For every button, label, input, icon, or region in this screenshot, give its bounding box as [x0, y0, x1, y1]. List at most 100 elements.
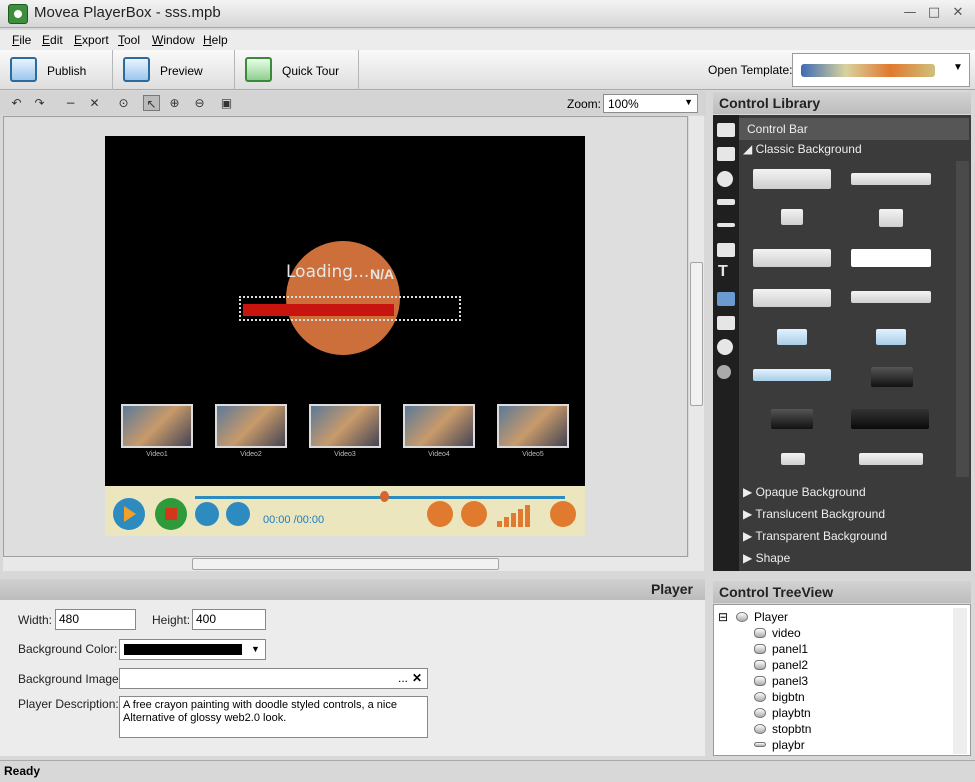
undo-icon[interactable]: ↶ [8, 95, 25, 111]
video-icon[interactable] [717, 147, 735, 161]
link-icon[interactable] [717, 316, 735, 330]
volume-bars[interactable] [497, 505, 535, 527]
publish-button[interactable]: Publish [0, 50, 113, 90]
tree-node[interactable]: bigbtn [772, 690, 805, 704]
minimize-icon[interactable]: — [902, 6, 918, 20]
library-swatch[interactable] [777, 329, 807, 345]
tree-node[interactable]: panel1 [772, 642, 808, 656]
library-swatch[interactable] [851, 409, 929, 429]
library-group-label: Opaque Background [755, 485, 866, 499]
tree-node[interactable]: panel3 [772, 674, 808, 688]
player-stage[interactable]: Loading... N/A Video1 Video2 Video3 Vide… [105, 136, 585, 536]
menu-window[interactable]: Window [152, 33, 195, 47]
fullscreen-button[interactable] [550, 501, 576, 527]
volume-bar[interactable] [525, 505, 530, 527]
delete-icon[interactable]: ✕ [86, 95, 103, 111]
preview-label: Preview [160, 64, 203, 78]
bgimage-input[interactable]: ... ✕ [119, 668, 428, 689]
bgcolor-select[interactable]: ▼ [119, 639, 266, 660]
loading-icon[interactable] [717, 339, 733, 355]
menu-help[interactable]: Help [203, 33, 228, 47]
library-swatch[interactable] [871, 367, 913, 387]
volume-bar[interactable] [511, 513, 516, 527]
library-scrollbar[interactable] [956, 161, 969, 477]
zoom-out-icon[interactable]: ⊖ [191, 95, 208, 111]
library-group-opaque[interactable]: ▶ Opaque Background [743, 485, 866, 499]
treeview-scrollbar[interactable] [953, 608, 967, 754]
tree-node-player[interactable]: Player [754, 610, 788, 624]
library-group-shape[interactable]: ▶ Shape [743, 551, 790, 565]
slider-icon[interactable] [717, 223, 735, 227]
control-library-title: Control Library [719, 95, 821, 111]
volume-bar[interactable] [504, 517, 509, 527]
browse-button[interactable]: ... [398, 671, 408, 685]
description-textarea[interactable]: A free crayon painting with doodle style… [119, 696, 428, 738]
image-icon[interactable] [717, 292, 735, 306]
library-swatch[interactable] [753, 289, 831, 307]
canvas-vertical-scroll-thumb[interactable] [690, 262, 703, 406]
menu-edit[interactable]: Edit [42, 33, 63, 47]
clear-icon[interactable]: ✕ [412, 671, 422, 685]
library-swatch[interactable] [859, 453, 923, 465]
video-thumbnail[interactable] [215, 404, 287, 448]
quick-tour-button[interactable]: Quick Tour [235, 50, 359, 90]
text-icon[interactable]: T [718, 263, 728, 281]
library-group-transparent[interactable]: ▶ Transparent Background [743, 529, 887, 543]
canvas-horizontal-scroll-thumb[interactable] [192, 558, 499, 570]
effects-icon[interactable] [717, 365, 731, 379]
library-swatch[interactable] [781, 453, 805, 465]
control-bar-icon[interactable] [717, 123, 735, 137]
maximize-icon[interactable]: □ [926, 6, 942, 20]
video-thumbnail[interactable] [309, 404, 381, 448]
width-input[interactable]: 480 [55, 609, 136, 630]
zoom-select[interactable]: 100% ▼ [603, 94, 698, 113]
seek-knob[interactable] [380, 491, 389, 502]
tree-expander[interactable]: ⊟ [718, 610, 728, 624]
library-swatch[interactable] [879, 209, 903, 227]
zoom-in-icon[interactable]: ⊕ [166, 95, 183, 111]
button-icon[interactable] [717, 171, 733, 187]
menu-export[interactable]: Export [74, 33, 109, 47]
library-swatch[interactable] [851, 173, 931, 185]
zoom-fit-icon[interactable]: ⊙ [115, 95, 132, 111]
video-thumbnail[interactable] [121, 404, 193, 448]
menu-tool[interactable]: Tool [118, 33, 140, 47]
menu-file[interactable]: File [12, 33, 31, 47]
select-tool-icon[interactable]: ↖ [143, 95, 160, 111]
fast-forward-button[interactable] [226, 502, 250, 526]
library-swatch[interactable] [771, 409, 813, 429]
library-swatch[interactable] [781, 209, 803, 225]
template-select[interactable]: ▼ [792, 53, 970, 87]
library-swatch[interactable] [753, 249, 831, 267]
tree-node[interactable]: video [772, 626, 801, 640]
tree-node[interactable]: playbtn [772, 706, 811, 720]
volume-bar[interactable] [518, 509, 523, 527]
preview-button[interactable]: Preview [113, 50, 235, 90]
close-icon[interactable]: ✕ [950, 6, 966, 20]
tree-node[interactable]: panel2 [772, 658, 808, 672]
library-swatch[interactable] [876, 329, 906, 345]
library-swatch-grid [739, 161, 955, 475]
time-icon[interactable] [717, 199, 735, 205]
screen-icon[interactable]: ▣ [218, 95, 235, 111]
volume-bar[interactable] [497, 521, 502, 527]
library-swatch[interactable] [753, 369, 831, 381]
chevron-down-icon[interactable]: ▼ [953, 62, 963, 73]
redo-icon[interactable]: ↷ [31, 95, 48, 111]
tree-node[interactable]: stopbtn [772, 722, 811, 736]
library-group-translucent[interactable]: ▶ Translucent Background [743, 507, 885, 521]
list-icon[interactable] [717, 243, 735, 257]
height-input[interactable]: 400 [192, 609, 266, 630]
rewind-button[interactable] [195, 502, 219, 526]
remove-icon[interactable]: − [62, 95, 79, 111]
library-group-classic[interactable]: ◢ Classic Background [743, 142, 862, 156]
mute-button[interactable] [461, 501, 487, 527]
tree-node[interactable]: playbr [772, 738, 805, 752]
video-thumbnail[interactable] [403, 404, 475, 448]
library-swatch[interactable] [753, 169, 831, 189]
playlist-button[interactable] [427, 501, 453, 527]
library-category-bar: T [713, 115, 739, 571]
library-swatch[interactable] [851, 291, 931, 303]
library-swatch[interactable] [851, 249, 931, 267]
video-thumbnail[interactable] [497, 404, 569, 448]
